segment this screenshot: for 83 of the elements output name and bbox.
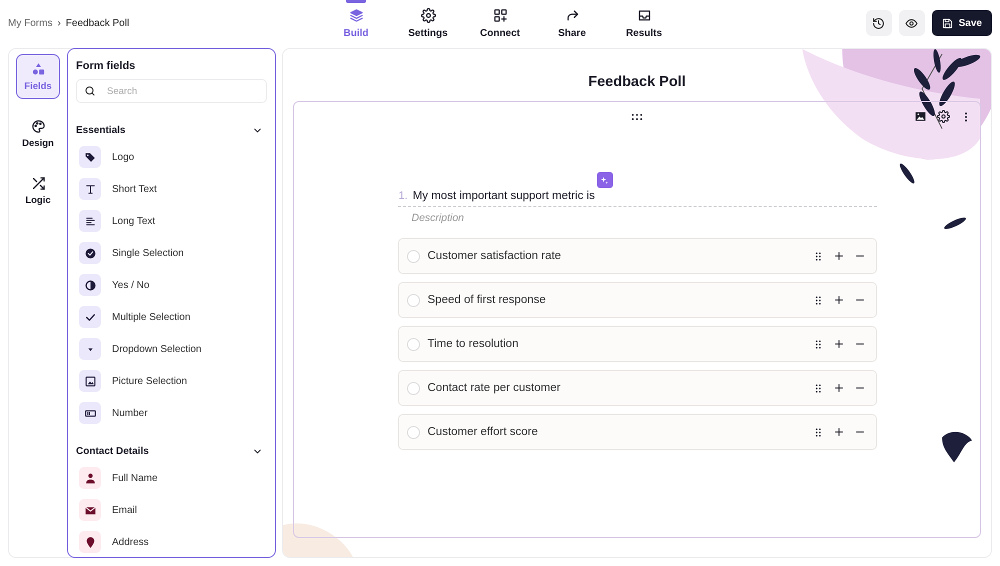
history-icon [872,16,886,30]
location-pin-icon [84,536,96,548]
option-label: Speed of first response [428,294,547,306]
search-field[interactable]: Search [76,79,267,103]
nav-tab[interactable]: Results [608,0,680,46]
field-type-item[interactable]: Multiple Selection [79,306,267,328]
section-header[interactable]: Contact Details [76,446,267,457]
preview-button[interactable] [898,10,925,36]
sidebar-tab[interactable]: Design [16,111,60,156]
radio-button[interactable] [406,338,420,350]
sidebar-tab[interactable]: Fields [16,54,60,99]
history-button[interactable] [866,10,892,36]
half-circle-icon [84,278,96,292]
nav-tab[interactable]: Settings [392,0,464,46]
breadcrumb-current: Feedback Poll [66,18,130,28]
settings-icon [937,110,950,123]
breadcrumb-separator: › [57,18,61,28]
option-label: Contact rate per customer [428,382,562,394]
shuffle-icon [30,176,46,190]
description-field[interactable]: Description [412,212,548,224]
nav-tab[interactable]: Connect [464,0,536,46]
nav-tab[interactable]: Share [536,0,608,46]
field-type-item[interactable]: Dropdown Selection [79,338,267,360]
section-header[interactable]: Essentials [76,125,267,136]
person-icon [84,472,96,484]
radio-button[interactable] [406,426,420,438]
breadcrumb-link[interactable]: My Forms [8,18,52,28]
answer-option[interactable]: Contact rate per customer [398,370,876,406]
image-icon [84,374,96,388]
field-type-item[interactable]: Picture Selection [79,370,267,392]
image-button[interactable] [914,110,927,123]
nav-tab[interactable]: Build [320,0,392,46]
sidebar-tab[interactable]: Logic [16,168,60,213]
plus-icon [832,294,844,306]
tag-icon [84,150,96,164]
field-type-item[interactable]: Full Name [79,467,267,489]
radio-button[interactable] [406,294,420,306]
check-circle-icon [84,246,96,260]
leaf-drawing [900,164,914,184]
option-label: Customer satisfaction rate [428,250,562,262]
plus-icon [832,250,844,262]
field-type-item[interactable]: Single Selection [79,242,267,264]
field-type-item[interactable]: Short Text [79,178,267,200]
search-icon [84,85,96,97]
shapes-icon [30,62,46,76]
question-text[interactable]: My most important support metric is [412,190,595,202]
leaf-cluster-drawing [942,432,972,462]
grid-plus-icon [492,8,508,22]
radio-button[interactable] [406,382,420,394]
plus-icon [832,338,844,350]
option-label: Customer effort score [428,426,539,438]
field-type-item[interactable]: Address [79,531,267,553]
drag-handle-icon [631,113,643,121]
ai-sparkle-button[interactable] [596,172,613,188]
palette-icon [30,118,46,134]
image-icon [914,110,927,123]
corner-blob-drawing [283,523,353,557]
panel-title: Form fields [76,60,136,72]
settings-icon [420,8,436,22]
leaf-drawing [944,218,966,230]
settings-button[interactable] [937,110,950,123]
field-type-item[interactable]: Long Text [79,210,267,232]
plus-icon [832,426,844,438]
answer-option[interactable]: Customer satisfaction rate [398,238,876,274]
share-arrow-icon [564,8,580,22]
eye-icon [905,16,918,30]
answer-option[interactable]: Speed of first response [398,282,876,318]
letter-t-icon [84,182,96,196]
plus-icon [832,382,844,394]
field-type-item[interactable]: Number [79,402,267,424]
field-type-item[interactable]: Email [79,499,267,521]
field-type-item[interactable]: Yes / No [79,274,267,296]
radio-button[interactable] [406,250,420,262]
inbox-icon [636,8,652,22]
field-type-item[interactable]: Logo [79,146,267,168]
answer-option[interactable]: Time to resolution [398,326,876,362]
save-button[interactable]: Save [932,10,992,36]
sparkle-icon [599,174,610,186]
answer-option[interactable]: Customer effort score [398,414,876,450]
question-number: 1. [398,190,408,202]
layers-icon [348,8,364,22]
option-label: Time to resolution [428,338,520,350]
form-title: Feedback Poll [588,74,686,90]
